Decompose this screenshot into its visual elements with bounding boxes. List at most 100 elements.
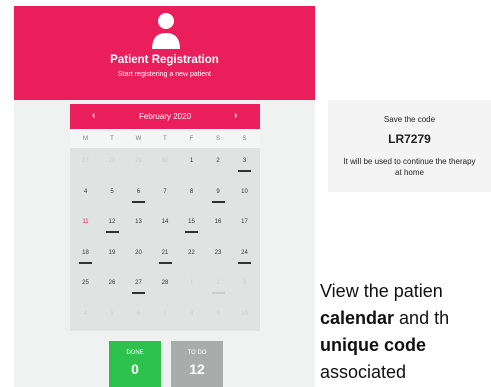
calendar-day[interactable]: 25 (72, 270, 99, 300)
calendar-day[interactable]: 7 (152, 301, 179, 331)
calendar-day[interactable]: 22 (178, 240, 205, 270)
calendar-day[interactable]: 12 (99, 209, 126, 239)
session-marker (132, 292, 145, 294)
code-card: Save the code LR7279 It will be used to … (328, 100, 491, 192)
code-instruction: Save the code (383, 115, 436, 124)
session-marker (238, 261, 251, 264)
day-number: 1 (189, 280, 194, 286)
day-number: 4 (83, 188, 88, 195)
calendar-day[interactable]: 9 (205, 179, 232, 209)
day-number: 27 (82, 158, 89, 164)
code-note: It will be used to continue the therapy … (343, 157, 476, 177)
calendar-day[interactable]: 8 (178, 301, 205, 331)
day-number: 11 (82, 219, 89, 225)
calendar-day[interactable]: 17 (231, 209, 258, 239)
calendar-day[interactable]: 4 (72, 301, 99, 331)
session-marker (79, 261, 92, 264)
weekday-label: S (215, 136, 220, 142)
calendar-day[interactable]: 28 (99, 148, 126, 178)
calendar-day[interactable]: 7 (152, 179, 179, 209)
session-marker (238, 170, 251, 172)
calendar-day[interactable]: 27 (72, 148, 99, 178)
calendar-day[interactable]: 19 (99, 240, 126, 270)
session-marker (132, 200, 145, 203)
calendar-day[interactable]: 10 (231, 301, 258, 331)
calendar-day[interactable]: 6 (125, 301, 152, 331)
calendar-day[interactable]: 3 (231, 270, 258, 300)
day-number: 8 (189, 188, 194, 195)
todo-count: 12 (189, 361, 205, 377)
calendar-day[interactable]: 18 (72, 240, 99, 270)
calendar-day[interactable]: 1 (178, 270, 205, 300)
calendar-day[interactable]: 6 (125, 179, 152, 209)
calendar-day[interactable]: 16 (205, 209, 232, 239)
calendar-day[interactable]: 24 (231, 240, 258, 270)
calendar-day[interactable]: 20 (125, 240, 152, 270)
calendar-day[interactable]: 11 (72, 209, 99, 239)
calendar-day[interactable]: 5 (99, 301, 126, 331)
patient-code: LR7279 (388, 132, 431, 146)
caption-line-4: associated (320, 362, 407, 382)
calendar-day[interactable]: 27 (125, 270, 152, 300)
calendar-day[interactable]: 3 (231, 148, 258, 178)
day-number: 2 (216, 158, 220, 164)
calendar-day[interactable]: 2 (205, 270, 232, 300)
caption-line-1: View the patien (320, 281, 443, 301)
day-number: 26 (108, 280, 116, 286)
calendar-day[interactable]: 21 (152, 240, 179, 270)
day-number: 18 (82, 249, 89, 256)
weekday-label: M (83, 136, 88, 142)
day-number: 27 (135, 280, 142, 286)
day-number: 10 (241, 310, 248, 317)
calendar-day[interactable]: 30 (152, 148, 179, 178)
day-number: 3 (242, 280, 247, 286)
calendar: ‹ February 2020 › MTWTFSS 27 28 29 30 1 2 3 4 5 6… (70, 104, 260, 331)
day-number: 19 (108, 249, 116, 256)
day-number: 6 (136, 188, 141, 195)
day-number: 2 (216, 280, 220, 286)
weekday-label: F (189, 136, 194, 142)
calendar-day[interactable]: 8 (178, 179, 205, 209)
calendar-day[interactable]: 2 (205, 148, 232, 178)
day-number: 23 (214, 249, 222, 256)
weekday-label: T (110, 136, 114, 142)
calendar-day[interactable]: 15 (178, 209, 205, 239)
chevron-right-icon[interactable]: › (234, 110, 237, 121)
day-number: 15 (188, 219, 195, 225)
day-number: 30 (161, 158, 169, 164)
calendar-day[interactable]: 13 (125, 209, 152, 239)
day-number: 22 (188, 249, 195, 256)
day-number: 1 (189, 158, 194, 164)
calendar-day[interactable]: 9 (205, 301, 232, 331)
day-number: 14 (161, 219, 169, 225)
day-number: 28 (108, 158, 116, 164)
calendar-day[interactable]: 23 (205, 240, 232, 270)
calendar-day[interactable]: 29 (125, 148, 152, 178)
calendar-day[interactable]: 4 (72, 179, 99, 209)
calendar-day[interactable]: 1 (178, 148, 205, 178)
session-marker (158, 261, 172, 264)
day-number: 10 (241, 188, 248, 195)
weekday-row: MTWTFSS (70, 129, 260, 148)
calendar-header: ‹ February 2020 › (70, 104, 260, 129)
todo-counter[interactable]: TO DO 12 (171, 341, 223, 387)
day-number: 9 (216, 310, 220, 317)
day-number: 13 (135, 219, 142, 225)
day-number: 6 (136, 310, 141, 317)
done-counter[interactable]: DONE 0 (109, 341, 161, 387)
calendar-day[interactable]: 10 (231, 179, 258, 209)
session-marker (105, 231, 119, 233)
calendar-day[interactable]: 28 (152, 270, 179, 300)
day-number: 9 (216, 188, 220, 195)
done-count: 0 (131, 361, 139, 377)
registration-header: Patient Registration Start registering a… (14, 6, 315, 100)
page-title: Patient Registration (110, 54, 219, 66)
day-number: 5 (110, 310, 114, 317)
calendar-day[interactable]: 26 (99, 270, 126, 300)
calendar-day[interactable]: 14 (152, 209, 179, 239)
caption-line-3: unique code (320, 335, 427, 355)
weekday-label: T (163, 136, 167, 142)
caption-text: View the patien calendar and th unique c… (320, 278, 491, 387)
day-number: 25 (82, 280, 89, 286)
calendar-day[interactable]: 5 (99, 179, 126, 209)
